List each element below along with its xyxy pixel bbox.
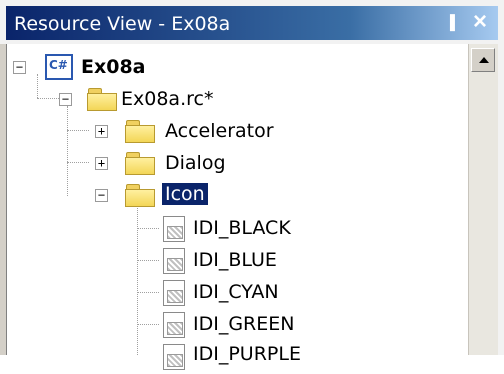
icon-resource-icon <box>163 344 185 370</box>
tree-node-idi-green[interactable]: IDI_GREEN <box>7 310 307 342</box>
collapse-icon[interactable]: − <box>59 93 72 106</box>
expand-icon[interactable]: + <box>95 125 108 138</box>
scroll-up-icon[interactable] <box>471 48 495 72</box>
tree-node-idi-cyan[interactable]: IDI_CYAN <box>7 278 307 310</box>
close-glyph: × <box>472 8 487 35</box>
tree-node-label[interactable]: IDI_BLACK <box>193 217 291 239</box>
tree-node-label[interactable]: IDI_PURPLE <box>193 343 301 365</box>
tree-node-rc-file[interactable]: − Ex08a.rc* <box>7 84 307 116</box>
tree-node-project[interactable]: − C# Ex08a <box>7 52 307 84</box>
tree-node-label[interactable]: IDI_GREEN <box>193 313 295 335</box>
icon-resource-icon <box>163 216 185 242</box>
expand-icon[interactable]: + <box>95 157 108 170</box>
pin-icon[interactable]: ▐ <box>438 10 462 34</box>
tree-node-idi-blue[interactable]: IDI_BLUE <box>7 246 307 278</box>
tree-node-idi-black[interactable]: IDI_BLACK <box>7 214 307 246</box>
pin-glyph: ▐ <box>445 14 455 30</box>
panel-title: Resource View - Ex08a <box>14 13 231 35</box>
tree-node-dialog[interactable]: + Dialog <box>7 148 307 180</box>
project-icon: C# <box>45 54 75 82</box>
tree-node-label[interactable]: IDI_BLUE <box>193 249 277 271</box>
tree-node-label[interactable]: Ex08a <box>81 56 146 78</box>
folder-icon <box>87 88 117 111</box>
vertical-scrollbar[interactable] <box>468 44 499 355</box>
tree-node-accelerator[interactable]: + Accelerator <box>7 116 307 148</box>
project-icon-text: C# <box>49 58 68 72</box>
tree-node-label[interactable]: IDI_CYAN <box>193 281 279 303</box>
tree-node-label[interactable]: Accelerator <box>165 120 274 142</box>
folder-icon <box>125 184 155 207</box>
panel-caption[interactable]: Resource View - Ex08a ▐ × <box>6 6 498 40</box>
tree-node-idi-purple[interactable]: IDI_PURPLE <box>7 342 307 374</box>
tree-node-label[interactable]: Ex08a.rc* <box>121 88 213 110</box>
resource-tree[interactable]: − C# Ex08a − Ex08a.rc* + Accelerator + D… <box>6 44 469 370</box>
panel-titlebar: Resource View - Ex08a ▐ × <box>0 0 504 44</box>
resource-view-panel: Resource View - Ex08a ▐ × − C# Ex08a − E… <box>0 0 504 370</box>
icon-resource-icon <box>163 280 185 306</box>
collapse-icon[interactable]: − <box>13 61 26 74</box>
tree-node-label-selected[interactable]: Icon <box>162 183 208 205</box>
tree-node-label[interactable]: Dialog <box>165 152 226 174</box>
folder-icon <box>125 152 155 175</box>
panel-border <box>498 44 504 355</box>
tree-node-icon-folder[interactable]: − Icon <box>7 180 307 212</box>
collapse-icon[interactable]: − <box>95 189 108 202</box>
folder-icon <box>125 120 155 143</box>
icon-resource-icon <box>163 248 185 274</box>
icon-resource-icon <box>163 312 185 338</box>
close-icon[interactable]: × <box>468 8 492 35</box>
